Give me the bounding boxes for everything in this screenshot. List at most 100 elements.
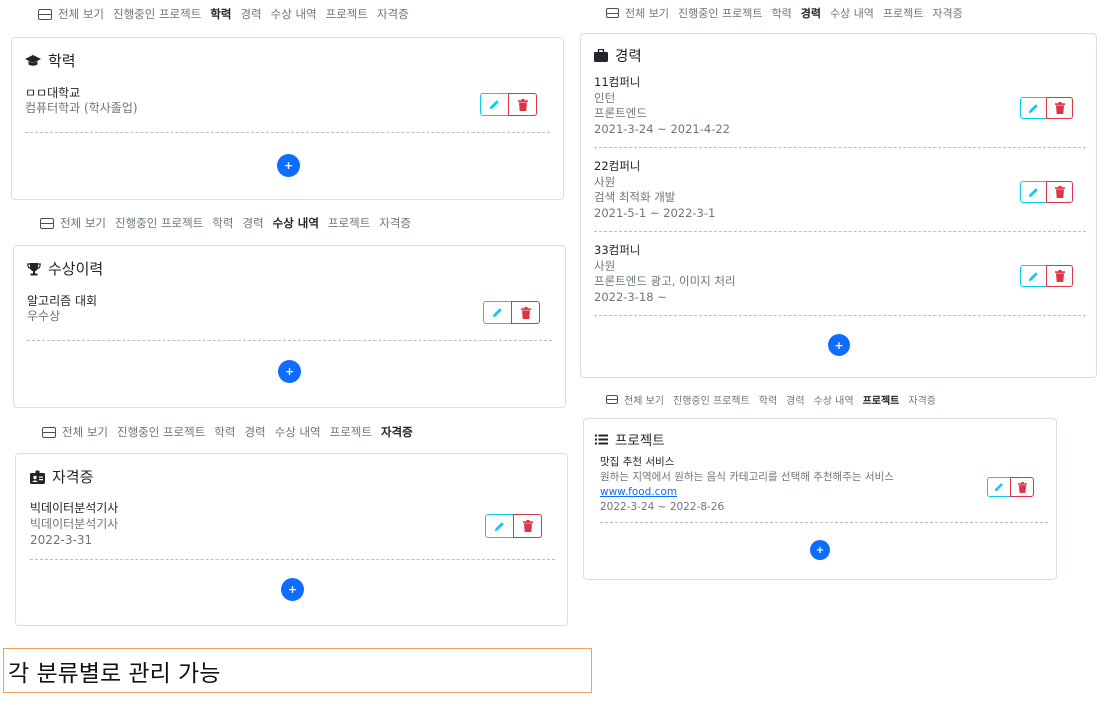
edit-button[interactable] — [1020, 181, 1047, 203]
tab-projects[interactable]: 프로젝트 — [326, 6, 368, 22]
add-button[interactable]: + — [277, 154, 300, 177]
delete-button[interactable] — [1010, 477, 1034, 497]
company-name: 33컴퍼니 — [594, 243, 641, 257]
school-name: ㅁㅁ대학교 — [25, 86, 81, 100]
awards-card: 수상이력 알고리즘 대회 우수상 + — [13, 245, 566, 408]
pencil-icon — [1028, 187, 1038, 197]
tab-all[interactable]: 전체 보기 — [62, 424, 108, 440]
card-title: 자격증 — [30, 466, 93, 487]
item-actions — [485, 514, 542, 538]
pencil-icon — [494, 521, 504, 531]
card-title-text: 프로젝트 — [615, 433, 665, 449]
trophy-icon — [27, 262, 41, 276]
trash-icon — [522, 520, 533, 532]
inbox-icon — [38, 8, 52, 20]
item-actions — [483, 301, 540, 324]
caption-text: 각 분류별로 관리 가능 — [8, 660, 221, 687]
tab-education[interactable]: 학력 — [210, 6, 231, 22]
pencil-icon — [492, 308, 502, 318]
tab-ongoing[interactable]: 진행중인 프로젝트 — [117, 424, 205, 440]
edit-button[interactable] — [483, 301, 512, 324]
certificates-card: 자격증 빅데이터분석기사 빅데이터분석기사 2022-3-31 + — [15, 453, 568, 626]
pencil-icon — [1028, 103, 1038, 113]
delete-button[interactable] — [511, 301, 540, 324]
tab-awards[interactable]: 수상 내역 — [814, 392, 854, 407]
tab-career[interactable]: 경력 — [801, 5, 821, 21]
tab-education[interactable]: 학력 — [214, 424, 235, 440]
tab-projects[interactable]: 프로젝트 — [330, 424, 372, 440]
projects-card: 프로젝트 맛집 추천 서비스 원하는 지역에서 원하는 음식 카테고리를 선택해… — [583, 418, 1057, 580]
tab-ongoing[interactable]: 진행중인 프로젝트 — [115, 215, 203, 231]
trash-icon — [1054, 102, 1065, 114]
delete-button[interactable] — [508, 93, 537, 116]
tab-projects[interactable]: 프로젝트 — [328, 215, 370, 231]
position: 사원 — [594, 258, 616, 273]
graduation-cap-icon — [25, 54, 41, 67]
tab-career[interactable]: 경력 — [786, 392, 804, 407]
list-item: 22컴퍼니 사원 검색 최적화 개발 2021-5-1 ~ 2022-3-1 — [594, 159, 1086, 232]
pencil-icon — [994, 483, 1003, 492]
tab-awards[interactable]: 수상 내역 — [830, 5, 874, 21]
tab-awards[interactable]: 수상 내역 — [271, 6, 317, 22]
tab-certificates[interactable]: 자격증 — [381, 424, 413, 440]
tab-career[interactable]: 경력 — [244, 424, 265, 440]
project-link[interactable]: www.food.com — [600, 485, 1048, 500]
job-description: 프론트엔드 — [594, 106, 647, 120]
tab-ongoing[interactable]: 진행중인 프로젝트 — [678, 5, 762, 21]
edit-button[interactable] — [1020, 265, 1047, 287]
tab-certificates[interactable]: 자격증 — [908, 392, 936, 407]
tab-all[interactable]: 전체 보기 — [624, 392, 664, 407]
list-icon — [595, 434, 608, 445]
tab-education[interactable]: 학력 — [212, 215, 233, 231]
add-button[interactable]: + — [278, 360, 301, 383]
item-actions — [480, 93, 537, 116]
tab-ongoing[interactable]: 진행중인 프로젝트 — [673, 392, 750, 407]
tab-projects[interactable]: 프로젝트 — [883, 5, 923, 21]
tab-certificates[interactable]: 자격증 — [932, 5, 962, 21]
tab-certificates[interactable]: 자격증 — [379, 215, 411, 231]
list-item: 알고리즘 대회 우수상 — [27, 294, 552, 341]
edit-button[interactable] — [1020, 97, 1047, 119]
delete-button[interactable] — [513, 514, 542, 538]
add-button[interactable]: + — [810, 540, 830, 560]
edit-button[interactable] — [485, 514, 514, 538]
add-button[interactable]: + — [828, 334, 850, 356]
trash-icon — [520, 306, 531, 319]
tab-projects[interactable]: 프로젝트 — [863, 392, 900, 407]
tab-career[interactable]: 경력 — [240, 6, 261, 22]
certificate-issuer: 빅데이터분석기사 — [30, 517, 119, 531]
education-card: 학력 ㅁㅁ대학교 컴퓨터학과 (학사졸업) + — [11, 37, 564, 200]
pencil-icon — [1028, 271, 1038, 281]
trash-icon — [517, 98, 528, 111]
job-description: 검색 최적화 개발 — [594, 190, 676, 204]
period: 2022-3-24 ~ 2022-8-26 — [600, 501, 725, 513]
tab-career[interactable]: 경력 — [242, 215, 263, 231]
edit-button[interactable] — [480, 93, 509, 116]
trash-icon — [1017, 481, 1027, 493]
company-name: 22컴퍼니 — [594, 159, 641, 173]
pencil-icon — [489, 100, 499, 110]
tab-all[interactable]: 전체 보기 — [625, 5, 669, 21]
job-description: 프론트엔드 광고, 이미지 처리 — [594, 274, 736, 288]
edit-button[interactable] — [987, 477, 1011, 497]
tab-certificates[interactable]: 자격증 — [377, 6, 409, 22]
list-item: ㅁㅁ대학교 컴퓨터학과 (학사졸업) — [25, 86, 550, 133]
delete-button[interactable] — [1046, 265, 1073, 287]
card-title: 수상이력 — [27, 258, 103, 279]
list-item: 33컴퍼니 사원 프론트엔드 광고, 이미지 처리 2022-3-18 ~ — [594, 243, 1086, 316]
tab-all[interactable]: 전체 보기 — [58, 6, 104, 22]
tab-education[interactable]: 학력 — [759, 392, 777, 407]
tab-awards[interactable]: 수상 내역 — [275, 424, 321, 440]
delete-button[interactable] — [1046, 97, 1073, 119]
period: 2021-5-1 ~ 2022-3-1 — [594, 205, 716, 220]
tab-education[interactable]: 학력 — [771, 5, 791, 21]
tab-awards[interactable]: 수상 내역 — [273, 215, 319, 231]
trash-icon — [1054, 186, 1065, 198]
add-button[interactable]: + — [281, 578, 304, 601]
delete-button[interactable] — [1046, 181, 1073, 203]
trash-icon — [1054, 270, 1065, 282]
nav-tabs-certificates: 전체 보기 진행중인 프로젝트 학력 경력 수상 내역 프로젝트 자격증 — [42, 424, 422, 440]
tab-ongoing[interactable]: 진행중인 프로젝트 — [113, 6, 201, 22]
tab-all[interactable]: 전체 보기 — [60, 215, 106, 231]
list-item: 빅데이터분석기사 빅데이터분석기사 2022-3-31 — [30, 500, 555, 560]
